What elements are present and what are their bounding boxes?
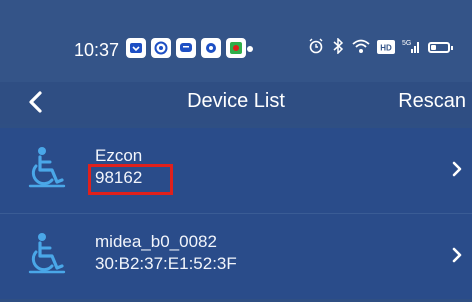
nav-bar: Device List Rescan [0,82,472,124]
wifi-icon [352,38,370,58]
highlight-annotation-box [88,164,173,195]
status-time: 10:37 [74,40,120,60]
notification-app-icon [126,38,146,58]
device-name: midea_b0_0082 [95,232,217,251]
device-list-item[interactable]: Ezcon 98162 [0,128,472,213]
device-id: 30:B2:37:E1:52:3F [95,254,237,273]
chevron-right-icon [450,244,464,266]
wheelchair-icon [28,146,66,190]
game-app-icon [226,38,246,58]
battery-icon [428,42,453,53]
chevron-right-icon [450,158,464,180]
camera-app-icon [201,38,221,58]
bluetooth-icon [332,37,344,58]
device-name: Ezcon [95,146,143,165]
alarm-icon [308,38,324,58]
status-bar: 10:37 HD 5G [0,0,472,82]
rescan-button[interactable]: Rescan [398,90,466,113]
hd-label: HD [380,44,392,53]
device-list: Ezcon 98162 midea_b0_0082 30:B2:37:E1:52… [0,128,472,299]
device-list-item[interactable]: midea_b0_0082 30:B2:37:E1:52:3F [0,213,472,299]
message-app-icon [176,38,196,58]
signal-label: 5G [402,40,411,47]
gallery-app-icon [151,38,171,58]
status-dot-icon [247,46,253,52]
hd-icon: HD [377,40,395,58]
signal-5g-icon: 5G [402,38,422,58]
wheelchair-icon [28,232,66,276]
